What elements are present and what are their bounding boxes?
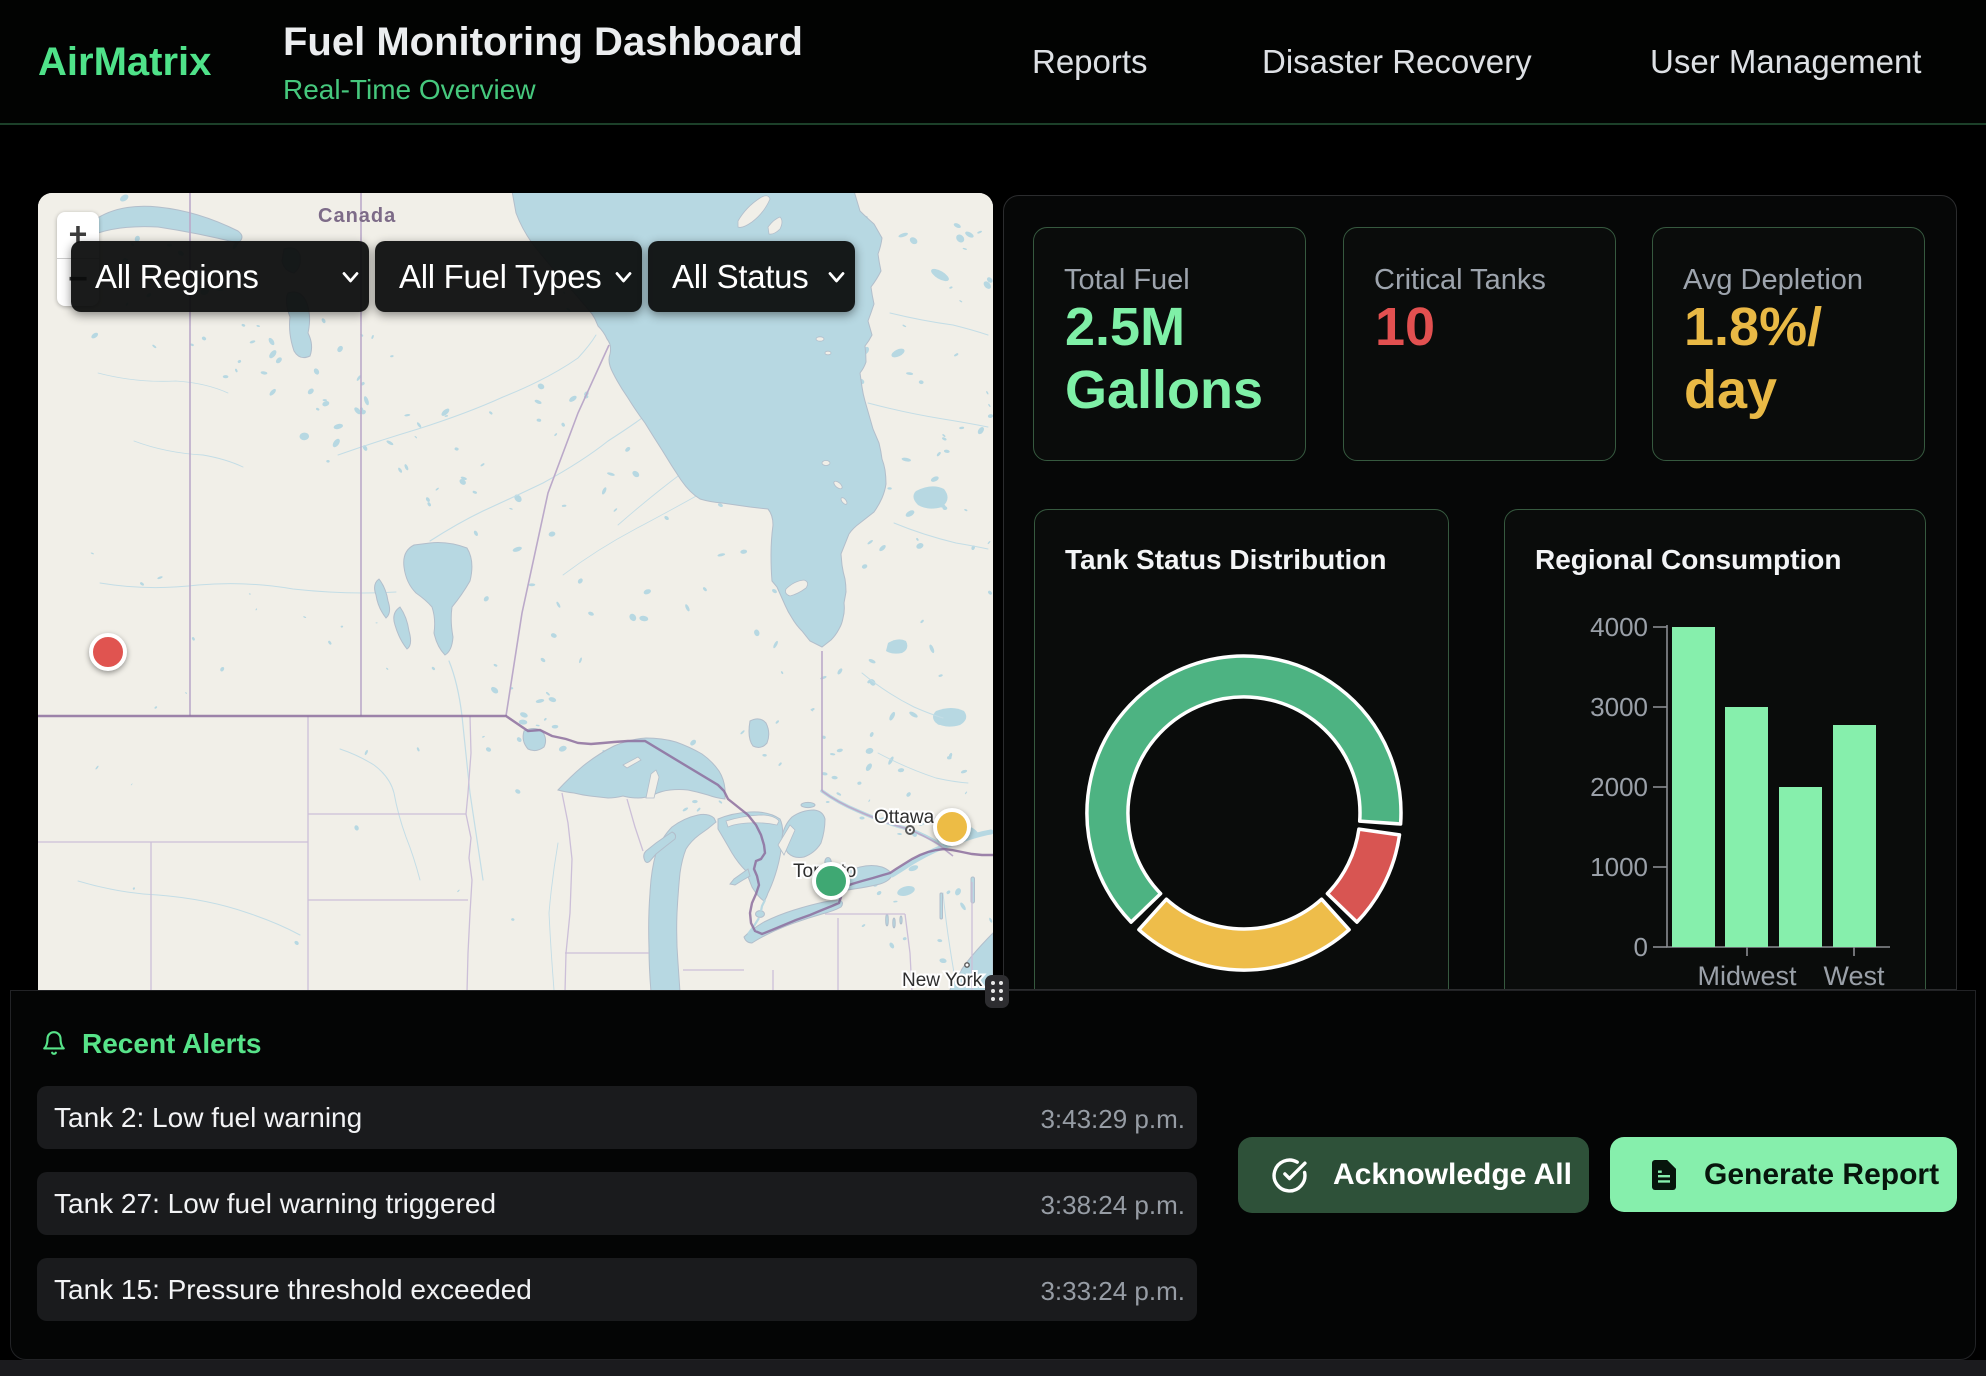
svg-text:2000: 2000: [1590, 772, 1648, 802]
svg-text:4000: 4000: [1590, 612, 1648, 642]
svg-text:West: West: [1823, 961, 1885, 990]
svg-text:Ottawa: Ottawa: [874, 807, 935, 828]
svg-text:Canada: Canada: [318, 205, 396, 227]
svg-text:Midwest: Midwest: [1697, 961, 1797, 990]
svg-text:3000: 3000: [1590, 692, 1648, 722]
svg-text:0: 0: [1634, 932, 1648, 962]
svg-text:New York: New York: [902, 970, 983, 990]
svg-text:1000: 1000: [1590, 852, 1648, 882]
